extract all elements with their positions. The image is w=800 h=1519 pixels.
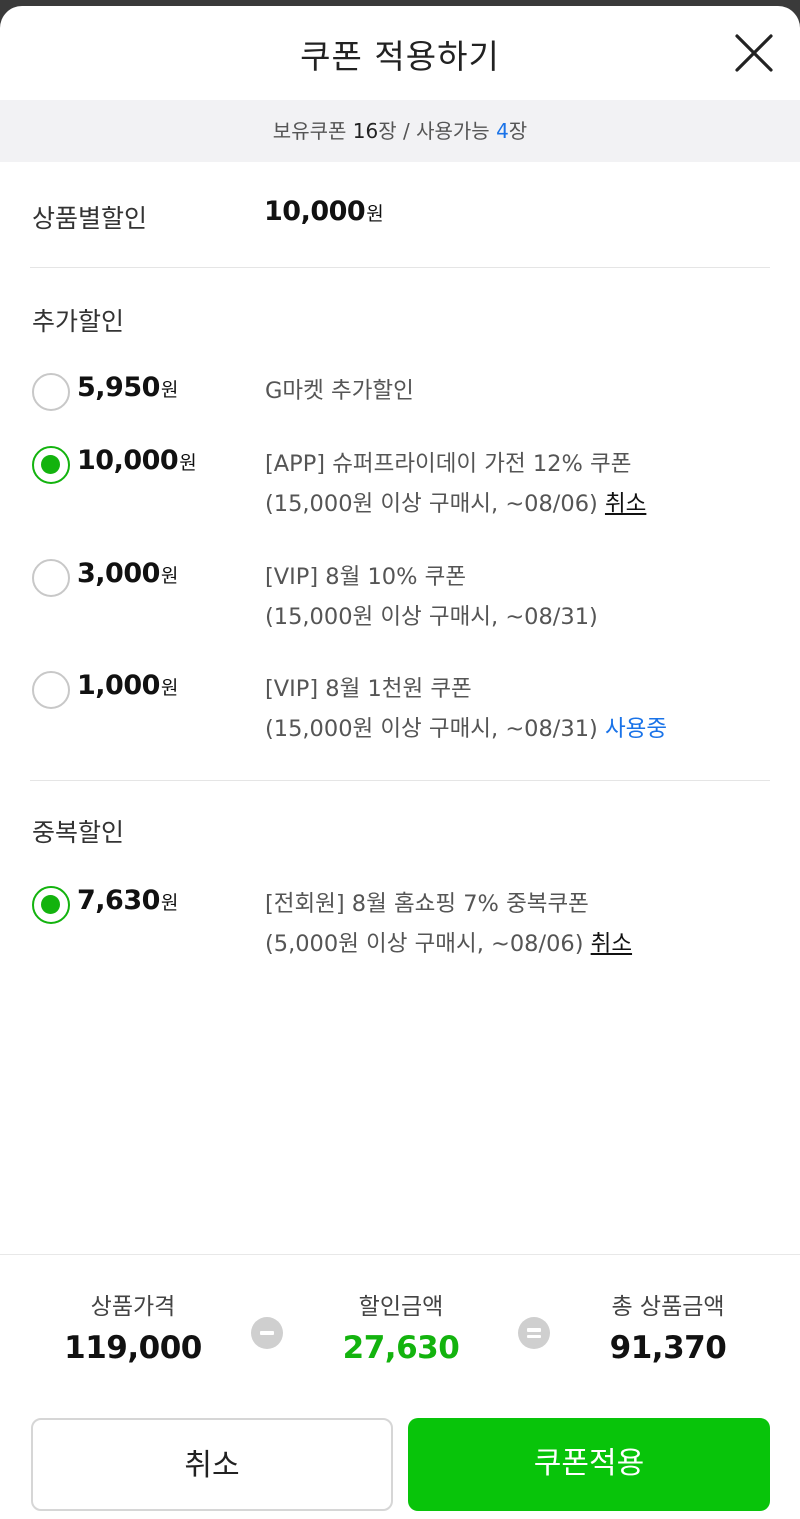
coupon-condition: (15,000원 이상 구매시, ~08/31) [265, 604, 598, 630]
product-discount-label: 상품별할인 [32, 204, 148, 233]
available-count: 4 [496, 119, 509, 143]
coupon-radio-selected[interactable] [32, 886, 70, 924]
coupon-name: [전회원] 8월 홈쇼핑 7% 중복쿠폰 [265, 891, 589, 917]
duplicate-discount-title: 중복할인 [32, 818, 125, 847]
discount-amount-label: 할인금액 [358, 1294, 444, 1320]
coupon-condition-text: (15,000원 이상 구매시, ~08/06) [265, 491, 598, 517]
coupon-description: [APP] 슈퍼프라이데이 가전 12% 쿠폰 (15,000원 이상 구매시,… [265, 444, 646, 524]
product-discount-row: 상품별할인 10,000원 [30, 162, 770, 268]
coupon-condition-text: (15,000원 이상 구매시, ~08/31) [265, 716, 598, 742]
amount-value: 10,000 [264, 196, 366, 227]
owned-count: 16 [352, 119, 379, 143]
amount-unit: 원 [160, 677, 179, 699]
coupon-sheet: 쿠폰 적용하기 보유쿠폰 16장 / 사용가능 4장 상품별할인 10,000원… [0, 6, 800, 1519]
amount-unit: 원 [160, 565, 179, 587]
amount-unit: 원 [366, 203, 384, 225]
product-price-value: 119,000 [64, 1330, 202, 1366]
coupon-amount: 1,000원 [77, 670, 178, 701]
coupon-amount: 7,630원 [77, 885, 178, 916]
coupon-cancel-link[interactable]: 취소 [605, 491, 646, 517]
coupon-name: [VIP] 8월 1천원 쿠폰 [265, 676, 472, 702]
coupon-count-bar: 보유쿠폰 16장 / 사용가능 4장 [0, 100, 800, 162]
coupon-condition-text: (5,000원 이상 구매시, ~08/06) [265, 931, 584, 957]
amount-value: 1,000 [77, 670, 160, 701]
coupon-radio[interactable] [32, 671, 70, 709]
coupon-description: [전회원] 8월 홈쇼핑 7% 중복쿠폰 (5,000원 이상 구매시, ~08… [265, 884, 632, 964]
sheet-header: 쿠폰 적용하기 [0, 6, 800, 100]
extra-discount-title: 추가할인 [32, 307, 125, 336]
amount-value: 10,000 [77, 445, 179, 476]
sheet-title: 쿠폰 적용하기 [300, 37, 500, 76]
coupon-in-use-badge: 사용중 [604, 716, 668, 742]
discount-amount-value: 27,630 [342, 1330, 460, 1366]
separator: / [402, 119, 410, 143]
total-price-value: 91,370 [609, 1330, 727, 1366]
available-unit: 장 [508, 119, 528, 143]
price-summary-footer: 상품가격 119,000 할인금액 27,630 총 상품금액 91,370 취… [0, 1254, 800, 1519]
owned-label: 보유쿠폰 [272, 119, 347, 143]
owned-unit: 장 [378, 119, 397, 143]
minus-icon [251, 1317, 283, 1349]
coupon-description: [VIP] 8월 10% 쿠폰 (15,000원 이상 구매시, ~08/31) [265, 557, 598, 637]
coupon-name: [APP] 슈퍼프라이데이 가전 12% 쿠폰 [265, 451, 632, 477]
amount-unit: 원 [179, 452, 197, 474]
total-price-label: 총 상품금액 [611, 1294, 725, 1320]
coupon-cancel-link[interactable]: 취소 [591, 931, 632, 957]
amount-value: 5,950 [77, 372, 160, 403]
coupon-amount: 10,000원 [77, 445, 197, 476]
equals-icon [518, 1317, 550, 1349]
product-discount-amount: 10,000원 [264, 196, 384, 227]
coupon-condition: (5,000원 이상 구매시, ~08/06) 취소 [265, 924, 632, 964]
coupon-name: G마켓 추가할인 [265, 378, 414, 404]
coupon-condition: (15,000원 이상 구매시, ~08/06) 취소 [265, 484, 646, 524]
amount-value: 7,630 [77, 885, 160, 916]
coupon-amount: 5,950원 [77, 372, 178, 403]
close-icon[interactable] [733, 32, 775, 74]
coupon-radio[interactable] [32, 559, 70, 597]
coupon-description: [VIP] 8월 1천원 쿠폰 (15,000원 이상 구매시, ~08/31)… [265, 669, 667, 749]
cancel-button[interactable]: 취소 [31, 1418, 393, 1511]
duplicate-discount-group: 중복할인 7,630원 [전회원] 8월 홈쇼핑 7% 중복쿠폰 (5,000원… [30, 781, 770, 1021]
extra-discount-group: 추가할인 5,950원 G마켓 추가할인 10,000원 [APP] 슈퍼프라이… [30, 268, 770, 781]
coupon-condition: (15,000원 이상 구매시, ~08/31) 사용중 [265, 709, 667, 749]
available-label: 사용가능 [416, 119, 490, 143]
amount-unit: 원 [160, 892, 179, 914]
coupon-description: G마켓 추가할인 [265, 371, 414, 411]
apply-coupon-button[interactable]: 쿠폰적용 [408, 1418, 770, 1511]
coupon-radio-selected[interactable] [32, 446, 70, 484]
amount-unit: 원 [160, 379, 179, 401]
coupon-radio[interactable] [32, 373, 70, 411]
product-price-label: 상품가격 [90, 1294, 176, 1320]
amount-value: 3,000 [77, 558, 160, 589]
coupon-amount: 3,000원 [77, 558, 178, 589]
coupon-name: [VIP] 8월 10% 쿠폰 [265, 564, 467, 590]
